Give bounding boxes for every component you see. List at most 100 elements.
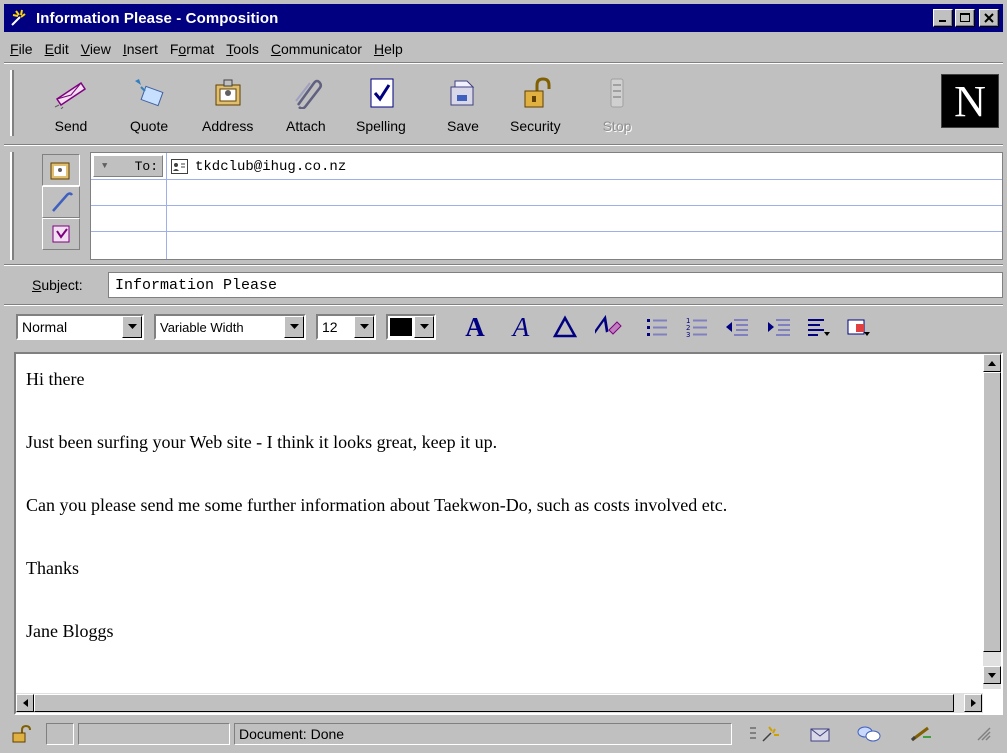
subject-label: Subject: (32, 277, 83, 293)
minimize-button[interactable] (933, 9, 953, 27)
status-panel-empty (78, 723, 230, 745)
stop-icon (598, 74, 636, 112)
body-line: Just been surfing your Web site - I thin… (26, 432, 498, 452)
scroll-left-button[interactable] (16, 694, 34, 712)
horizontal-scroll-thumb[interactable] (34, 694, 954, 712)
recipient-column-divider (166, 153, 167, 259)
menu-format[interactable]: Format (164, 41, 220, 57)
title-bar[interactable]: Information Please - Composition (4, 4, 1003, 32)
horizontal-scrollbar[interactable] (16, 693, 983, 713)
bold-button[interactable]: A (460, 312, 490, 342)
close-button[interactable] (979, 9, 999, 27)
paperclip-icon (287, 74, 325, 112)
font-size-select[interactable]: 12 (316, 314, 376, 340)
font-select[interactable]: Variable Width (154, 314, 306, 340)
message-body-editor[interactable]: Hi there Just been surfing your Web site… (14, 352, 1003, 715)
address-button[interactable]: Address (202, 74, 253, 140)
security-button[interactable]: Security (510, 74, 561, 140)
status-panel-progress (46, 723, 74, 745)
stop-button[interactable]: Stop (598, 74, 636, 140)
quote-icon (130, 74, 168, 112)
compose-app-icon[interactable] (10, 8, 30, 28)
menu-insert[interactable]: Insert (117, 41, 164, 57)
body-line: Hi there (26, 369, 85, 389)
arrow-up-icon (988, 360, 996, 366)
clear-styles-button[interactable] (594, 312, 624, 342)
italic-icon: A (512, 311, 530, 342)
underline-icon (552, 315, 578, 338)
scroll-up-button[interactable] (983, 354, 1001, 372)
recipient-type-dropdown[interactable]: ▼ To: (93, 155, 163, 177)
addressing-area: ▼ To: tkdclub@ihug.co.nz (4, 146, 1003, 264)
svg-text:3: 3 (686, 331, 690, 338)
recipient-row-divider (91, 205, 1002, 206)
tab-address[interactable] (42, 154, 80, 186)
vertical-scrollbar[interactable] (983, 354, 1001, 689)
maximize-button[interactable] (955, 9, 975, 27)
increase-indent-icon (768, 319, 790, 336)
menu-file[interactable]: File (4, 41, 39, 57)
attach-button[interactable]: Attach (286, 74, 326, 140)
address-tabs (42, 154, 80, 250)
insert-object-button[interactable] (844, 312, 874, 342)
dropdown-arrow-icon: ▼ (102, 161, 108, 171)
scroll-right-button[interactable] (964, 694, 982, 712)
bullet-list-button[interactable] (642, 312, 672, 342)
alignment-button[interactable] (804, 312, 834, 342)
toolbar-grip[interactable] (10, 70, 14, 136)
decrease-indent-icon (726, 319, 748, 336)
options-icon (52, 225, 70, 243)
paragraph-style-select[interactable]: Normal (16, 314, 144, 340)
text-color-select[interactable] (386, 314, 436, 340)
menu-communicator[interactable]: Communicator (265, 41, 368, 57)
align-left-icon (808, 319, 830, 336)
tab-attachments[interactable] (42, 186, 80, 218)
bold-icon: A (465, 311, 485, 342)
save-icon (444, 74, 482, 112)
address-separator (4, 264, 1003, 266)
menu-edit[interactable]: Edit (39, 41, 75, 57)
recipient-row-divider (91, 179, 1002, 180)
composition-toolbar: Send Quote Address Attach Spelling Save … (4, 64, 1003, 144)
menu-tools[interactable]: Tools (220, 41, 265, 57)
arrow-right-icon (970, 699, 976, 707)
arrow-left-icon (22, 699, 28, 707)
menu-help[interactable]: Help (368, 41, 409, 57)
resize-grip-icon[interactable] (970, 723, 998, 745)
vertical-scroll-thumb[interactable] (983, 372, 1001, 652)
scroll-down-button[interactable] (983, 666, 1001, 684)
italic-button[interactable]: A (506, 312, 536, 342)
security-status-icon[interactable] (8, 723, 34, 745)
navigator-icon[interactable] (760, 723, 786, 745)
status-bar: Document: Done (4, 719, 1003, 749)
increase-indent-button[interactable] (764, 312, 794, 342)
menu-view[interactable]: View (75, 41, 117, 57)
format-toolbar: Normal Variable Width 12 A A 123 (4, 306, 1003, 348)
address-grip[interactable] (10, 152, 14, 260)
quote-button[interactable]: Quote (130, 74, 168, 140)
save-button[interactable]: Save (444, 74, 482, 140)
numbered-list-button[interactable]: 123 (682, 312, 712, 342)
tab-options[interactable] (42, 218, 80, 250)
recipient-entry[interactable]: tkdclub@ihug.co.nz (171, 157, 346, 177)
body-line: Jane Bloggs (26, 621, 114, 641)
message-body-text[interactable]: Hi there Just been surfing your Web site… (26, 368, 976, 683)
mailbox-icon[interactable] (808, 723, 834, 745)
recipient-row-divider (91, 231, 1002, 232)
body-line: Thanks (26, 558, 79, 578)
subject-input[interactable] (108, 272, 1003, 298)
decrease-indent-button[interactable] (722, 312, 752, 342)
chevron-down-icon (284, 316, 304, 338)
attachment-icon (52, 192, 73, 212)
netscape-logo: N (941, 74, 999, 128)
recipient-list[interactable]: ▼ To: tkdclub@ihug.co.nz (90, 152, 1003, 260)
underline-button[interactable] (550, 312, 580, 342)
window-title: Information Please - Composition (36, 9, 279, 27)
address-card-icon (50, 162, 70, 180)
spelling-button[interactable]: Spelling (356, 74, 406, 140)
chevron-down-icon (122, 316, 142, 338)
padlock-icon (516, 74, 554, 112)
discussions-icon[interactable] (856, 723, 882, 745)
send-button[interactable]: Send (52, 74, 90, 140)
composer-icon[interactable] (908, 723, 934, 745)
